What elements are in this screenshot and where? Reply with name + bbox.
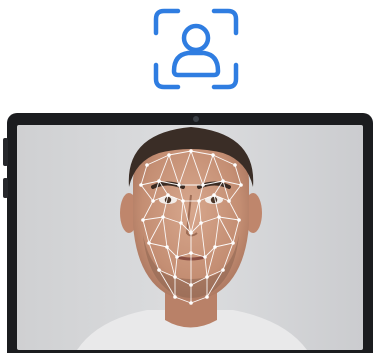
tablet-screen bbox=[17, 125, 363, 350]
mesh-point bbox=[173, 275, 177, 279]
mesh-point bbox=[189, 149, 193, 153]
face-scan-image bbox=[17, 125, 363, 350]
mesh-point bbox=[237, 218, 241, 222]
mesh-point bbox=[239, 183, 243, 187]
mesh-point bbox=[173, 295, 177, 299]
mesh-point bbox=[227, 199, 231, 203]
mesh-point bbox=[221, 268, 225, 272]
mesh-point bbox=[151, 199, 155, 203]
mesh-point bbox=[217, 215, 221, 219]
mesh-point bbox=[181, 199, 185, 203]
mesh-point bbox=[165, 245, 169, 249]
mesh-point bbox=[161, 215, 165, 219]
mesh-point bbox=[233, 163, 237, 167]
tablet-side-button bbox=[3, 178, 8, 198]
mesh-point bbox=[203, 255, 207, 259]
mesh-point bbox=[212, 193, 216, 197]
mesh-point bbox=[189, 283, 193, 287]
mesh-point bbox=[175, 255, 179, 259]
mesh-point bbox=[147, 241, 151, 245]
mesh-point bbox=[157, 179, 161, 183]
mesh-point bbox=[221, 179, 225, 183]
mesh-point bbox=[166, 193, 170, 197]
mesh-point bbox=[231, 241, 235, 245]
mesh-point bbox=[189, 251, 193, 255]
mesh-point bbox=[141, 218, 145, 222]
mesh-point bbox=[167, 153, 171, 157]
mesh-point bbox=[157, 268, 161, 272]
mesh-point bbox=[189, 231, 193, 235]
face-id-icon bbox=[153, 8, 239, 90]
mesh-point bbox=[189, 301, 193, 305]
mesh-point bbox=[205, 275, 209, 279]
front-camera-icon bbox=[193, 116, 199, 122]
mesh-point bbox=[201, 183, 205, 187]
mesh-point bbox=[145, 163, 149, 167]
mesh-point bbox=[177, 183, 181, 187]
mesh-point bbox=[205, 295, 209, 299]
mesh-point bbox=[197, 199, 201, 203]
mesh-point bbox=[211, 153, 215, 157]
mesh-point bbox=[179, 221, 183, 225]
mesh-point bbox=[139, 183, 143, 187]
mesh-point bbox=[213, 245, 217, 249]
tablet-side-button bbox=[3, 138, 8, 166]
mesh-point bbox=[199, 221, 203, 225]
